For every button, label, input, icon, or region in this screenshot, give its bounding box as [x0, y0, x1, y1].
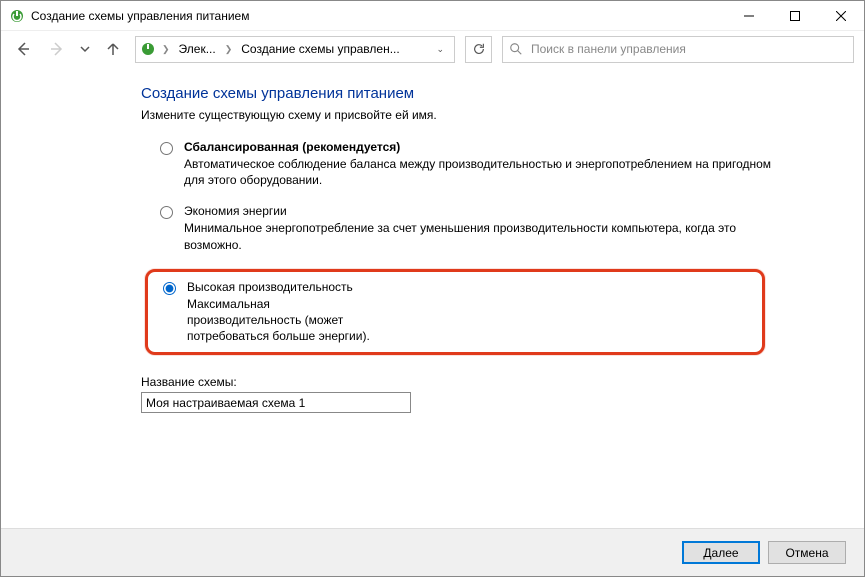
plan-list: Сбалансированная (рекомендуется) Автомат… — [141, 140, 834, 355]
maximize-button[interactable] — [772, 1, 818, 31]
plan-high-desc: Максимальная производительность (может п… — [187, 296, 382, 345]
chevron-right-icon: ❯ — [160, 44, 172, 55]
plan-balanced-radio[interactable] — [160, 142, 173, 155]
highlighted-option: Высокая производительность Максимальная … — [145, 269, 765, 356]
minimize-button[interactable] — [726, 1, 772, 31]
titlebar: Создание схемы управления питанием — [1, 1, 864, 31]
plan-saver-title[interactable]: Экономия энергии — [184, 204, 794, 218]
chevron-right-icon: ❯ — [223, 44, 235, 55]
close-button[interactable] — [818, 1, 864, 31]
window: Создание схемы управления питанием — [0, 0, 865, 577]
power-icon — [140, 41, 156, 57]
plan-high-title[interactable]: Высокая производительность — [187, 280, 382, 294]
plan-balanced-title[interactable]: Сбалансированная (рекомендуется) — [184, 140, 794, 154]
plan-saver-radio[interactable] — [160, 206, 173, 219]
page-subheading: Измените существующую схему и присвойте … — [141, 108, 834, 122]
content-area: Создание схемы управления питанием Измен… — [1, 67, 864, 528]
recent-locations-button[interactable] — [79, 37, 91, 61]
page-heading: Создание схемы управления питанием — [141, 85, 834, 102]
plan-name-input[interactable] — [141, 392, 411, 413]
plan-high: Высокая производительность Максимальная … — [158, 280, 382, 345]
refresh-button[interactable] — [465, 36, 492, 63]
plan-name-section: Название схемы: — [141, 375, 834, 413]
footer: Далее Отмена — [1, 528, 864, 576]
plan-name-label: Название схемы: — [141, 375, 834, 389]
breadcrumb-item-2[interactable]: Создание схемы управлен... — [238, 42, 402, 56]
plan-saver-desc: Минимальное энергопотребление за счет ум… — [184, 220, 794, 252]
chevron-down-icon[interactable]: ⌄ — [430, 44, 450, 55]
plan-high-radio[interactable] — [163, 282, 176, 295]
address-bar[interactable]: ❯ Элек... ❯ Создание схемы управлен... ⌄ — [135, 36, 455, 63]
app-icon — [9, 8, 25, 24]
navigation-bar: ❯ Элек... ❯ Создание схемы управлен... ⌄ — [1, 31, 864, 67]
breadcrumb-item-1[interactable]: Элек... — [176, 42, 219, 56]
next-button[interactable]: Далее — [682, 541, 760, 564]
up-button[interactable] — [101, 37, 125, 61]
window-controls — [726, 1, 864, 31]
cancel-button[interactable]: Отмена — [768, 541, 846, 564]
plan-saver: Экономия энергии Минимальное энергопотре… — [155, 204, 834, 252]
search-box[interactable] — [502, 36, 854, 63]
plan-balanced: Сбалансированная (рекомендуется) Автомат… — [155, 140, 834, 188]
search-icon — [509, 42, 523, 56]
plan-balanced-desc: Автоматическое соблюдение баланса между … — [184, 156, 794, 188]
search-input[interactable] — [529, 41, 847, 57]
back-button[interactable] — [11, 37, 35, 61]
forward-button — [45, 37, 69, 61]
window-title: Создание схемы управления питанием — [31, 9, 726, 23]
